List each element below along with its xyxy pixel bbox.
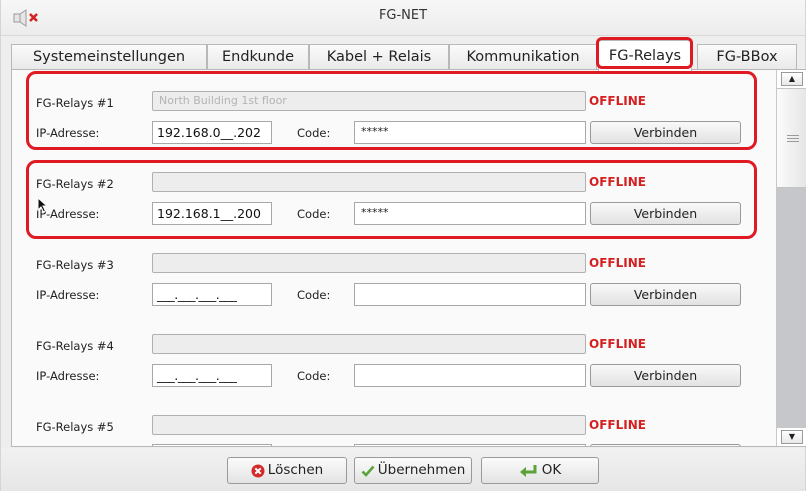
relay-1-label: FG-Relays #1 [36, 96, 114, 110]
relay-3-status: OFFLINE [589, 256, 646, 270]
relay-2-code-label: Code: [297, 207, 331, 221]
relay-5-name-field [152, 415, 586, 435]
dialog-footer: Löschen Übernehmen OK [1, 448, 805, 491]
relay-1-name-field: North Building 1st floor [152, 91, 586, 111]
app-window: FG-NET Systemeinstellungen Endkunde Kabe… [0, 0, 806, 491]
delete-button-label: Löschen [267, 462, 324, 478]
relay-4-code-label: Code: [297, 369, 331, 383]
ok-button-label: OK [541, 462, 562, 478]
relay-1-status: OFFLINE [589, 94, 646, 108]
relay-4-name-field [152, 334, 586, 354]
tab-systemeinstellungen[interactable]: Systemeinstellungen [11, 44, 207, 70]
vertical-scrollbar[interactable]: ▲ ▼ [776, 70, 806, 446]
relay-2-label: FG-Relays #2 [36, 177, 114, 191]
apply-button[interactable]: Übernehmen [354, 457, 472, 484]
scroll-thumb[interactable] [777, 88, 806, 188]
tab-kabel-relais[interactable]: Kabel + Relais [309, 44, 449, 70]
apply-button-label: Übernehmen [377, 462, 466, 478]
relay-4-status: OFFLINE [589, 337, 646, 351]
mouse-cursor-icon [37, 197, 49, 213]
relay-2-code-input[interactable]: ***** [354, 202, 586, 225]
relay-4-label: FG-Relays #4 [36, 339, 114, 353]
relay-5-label: FG-Relays #5 [36, 420, 114, 434]
delete-button[interactable]: Löschen [227, 457, 347, 484]
relay-4-ip-label: IP-Adresse: [36, 369, 100, 383]
relay-3-name-field [152, 253, 586, 273]
window-title: FG-NET [378, 8, 428, 23]
scroll-up-icon[interactable]: ▲ [781, 72, 803, 86]
relay-5-ip-input[interactable] [152, 444, 272, 446]
relay-3-ip-label: IP-Adresse: [36, 288, 100, 302]
tab-kommunikation[interactable]: Kommunikation [449, 44, 597, 70]
relay-1-ip-label: IP-Adresse: [36, 126, 100, 140]
fg-relays-panel: FG-Relays #1 North Building 1st floor OF… [11, 69, 806, 447]
delete-icon [251, 464, 265, 477]
relay-5-connect-button[interactable] [590, 444, 741, 446]
relay-4-connect-button[interactable]: Verbinden [590, 364, 741, 387]
checkmark-icon [361, 465, 375, 477]
scroll-track-lower[interactable] [777, 188, 806, 428]
tab-fg-relays[interactable]: FG-Relays [598, 40, 692, 71]
relay-1-code-input[interactable]: ***** [354, 121, 586, 144]
relay-1-connect-button[interactable]: Verbinden [590, 121, 741, 144]
relay-3-code-label: Code: [297, 288, 331, 302]
relay-2-name-field [152, 172, 586, 192]
relay-1-ip-input[interactable]: 192.168.0__.202 [152, 121, 272, 144]
title-bar: FG-NET [1, 0, 805, 36]
relay-2-status: OFFLINE [589, 175, 646, 189]
relay-4-ip-input[interactable]: ___.___.___.___ [152, 364, 272, 387]
relays-list: FG-Relays #1 North Building 1st floor OF… [12, 70, 774, 446]
enter-arrow-icon [519, 464, 537, 477]
tab-endkunde[interactable]: Endkunde [207, 44, 309, 70]
relay-2-ip-input[interactable]: 192.168.1__.200 [152, 202, 272, 225]
tab-bar: Systemeinstellungen Endkunde Kabel + Rel… [1, 40, 805, 71]
relay-2-connect-button[interactable]: Verbinden [590, 202, 741, 225]
ok-button[interactable]: OK [481, 457, 599, 484]
relay-4-code-input[interactable] [354, 364, 586, 387]
scroll-down-icon[interactable]: ▼ [781, 430, 803, 444]
relay-5-status: OFFLINE [589, 418, 646, 432]
relay-3-ip-input[interactable]: ___.___.___.___ [152, 283, 272, 306]
relay-3-connect-button[interactable]: Verbinden [590, 283, 741, 306]
relay-3-code-input[interactable] [354, 283, 586, 306]
relay-3-label: FG-Relays #3 [36, 258, 114, 272]
relay-5-code-input[interactable] [354, 444, 586, 446]
relay-1-code-label: Code: [297, 126, 331, 140]
tab-fg-bbox[interactable]: FG-BBox [697, 44, 797, 70]
